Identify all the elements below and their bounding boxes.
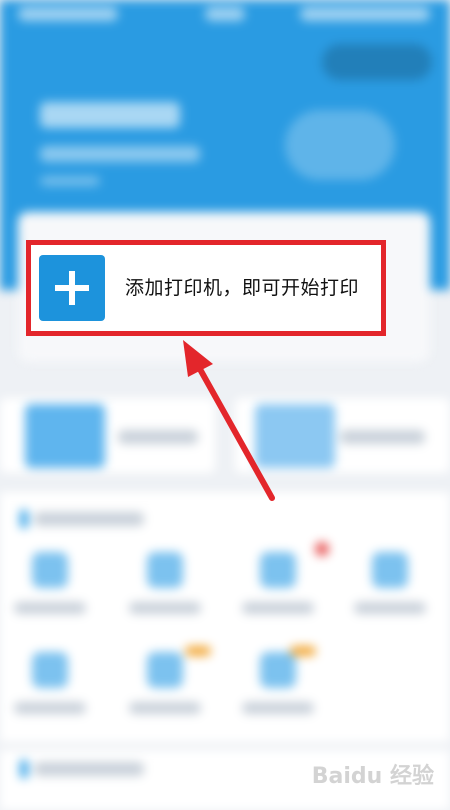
notification-badge (315, 542, 329, 556)
status-left (18, 7, 118, 21)
section-marker (20, 760, 28, 778)
header-subtitle (40, 146, 200, 162)
add-printer-button[interactable] (39, 255, 105, 321)
quick-entry-right-label (340, 430, 425, 444)
quick-entry-right[interactable] (235, 398, 450, 473)
header-title (40, 102, 180, 128)
feature-item[interactable] (10, 652, 90, 722)
feature-icon (260, 552, 296, 588)
add-printer-prompt[interactable]: 添加打印机，即可开始打印 (26, 240, 386, 336)
section-title (34, 762, 144, 776)
feature-item[interactable] (10, 552, 90, 622)
feature-item[interactable] (350, 552, 430, 622)
header-caption (40, 176, 100, 186)
feature-label (242, 602, 314, 614)
status-bar (0, 0, 450, 30)
feature-item[interactable] (125, 652, 205, 722)
feature-section (0, 492, 450, 742)
section-marker (20, 510, 28, 528)
promo-badge (290, 646, 316, 656)
section-title (34, 512, 144, 526)
folder-icon (25, 404, 105, 468)
feature-icon (260, 652, 296, 688)
promo-badge (185, 646, 211, 656)
header-action-button[interactable] (285, 110, 395, 180)
mini-program-capsule[interactable] (322, 44, 432, 80)
add-printer-label: 添加打印机，即可开始打印 (125, 277, 360, 299)
feature-icon (372, 552, 408, 588)
status-icons (300, 7, 430, 21)
plus-icon (55, 271, 89, 305)
feature-icon (147, 552, 183, 588)
feature-icon (32, 652, 68, 688)
quick-entry-left-label (118, 430, 198, 444)
feature-label (14, 702, 86, 714)
feature-label (14, 602, 86, 614)
feature-icon (32, 552, 68, 588)
image-icon (255, 404, 335, 468)
feature-label (129, 602, 201, 614)
status-time (205, 7, 245, 21)
feature-item[interactable] (125, 552, 205, 622)
quick-entry-left[interactable] (0, 398, 215, 473)
feature-label (242, 702, 314, 714)
feature-item[interactable] (238, 652, 318, 722)
feature-label (129, 702, 201, 714)
watermark: Baidu 经验 (311, 764, 434, 789)
feature-item[interactable] (238, 552, 318, 622)
feature-icon (147, 652, 183, 688)
feature-label (354, 602, 426, 614)
